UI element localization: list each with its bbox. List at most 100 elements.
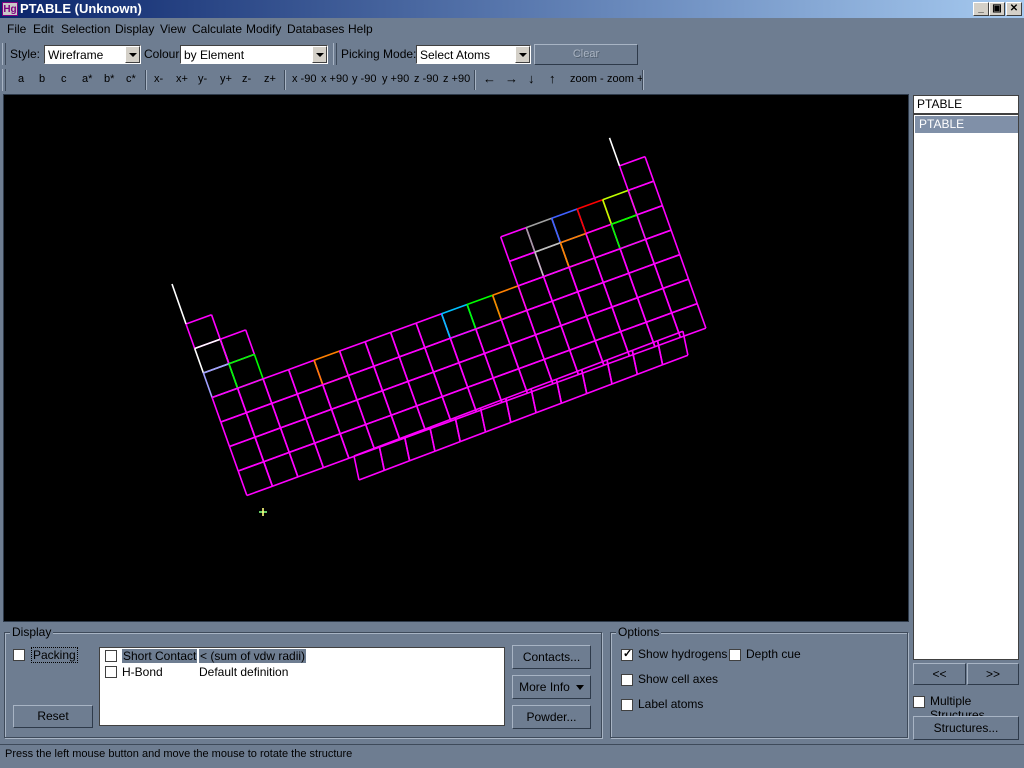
minimize-button[interactable]: _ <box>973 2 989 16</box>
wire-bond <box>577 281 604 293</box>
style-select[interactable]: Wireframe <box>44 45 141 64</box>
menu-calculate[interactable]: Calculate <box>192 22 242 36</box>
move-y-minus-button[interactable]: y- <box>198 73 207 85</box>
menu-view[interactable]: View <box>160 22 186 36</box>
structure-list-item[interactable]: PTABLE <box>915 116 1018 133</box>
chevron-down-icon[interactable] <box>515 46 530 63</box>
view-b-star-button[interactable]: b* <box>104 73 114 85</box>
view-a-button[interactable]: a <box>18 73 24 85</box>
menu-selection[interactable]: Selection <box>61 22 110 36</box>
wire-bond <box>509 343 520 369</box>
picking-mode-select[interactable]: Select Atoms <box>416 45 531 64</box>
depth-cue-checkbox[interactable] <box>729 649 741 661</box>
rotate-z-plus-button[interactable]: z +90 <box>443 73 470 85</box>
previous-structure-button[interactable]: << <box>913 663 966 685</box>
wire-bond <box>429 427 436 452</box>
rotate-x-plus-button[interactable]: x +90 <box>321 73 348 85</box>
show-cell-axes-label: Show cell axes <box>638 672 719 686</box>
show-cell-axes-checkbox[interactable] <box>621 674 633 686</box>
toolbar-grip[interactable] <box>333 43 337 65</box>
short-contact-label[interactable]: Short Contact <box>122 649 198 663</box>
move-z-minus-button[interactable]: z- <box>242 73 251 85</box>
wire-bond <box>254 436 265 462</box>
wire-bond <box>390 405 417 416</box>
rotate-y-minus-button[interactable]: y -90 <box>352 73 376 85</box>
colour-select[interactable]: by Element <box>180 45 328 64</box>
arrow-left-icon[interactable]: ← <box>483 71 496 86</box>
wire-bond <box>219 329 246 340</box>
structure-name-input[interactable]: PTABLE <box>913 95 1019 114</box>
wire-bond <box>505 398 512 423</box>
contact-list[interactable]: Short Contact < (sum of vdw radii) H-Bon… <box>99 647 505 726</box>
wire-bond <box>237 460 264 472</box>
wire-bond <box>576 198 603 210</box>
hbond-label[interactable]: H-Bond <box>122 665 163 679</box>
view-c-star-button[interactable]: c* <box>126 73 136 85</box>
arrow-down-icon[interactable]: ↓ <box>528 71 535 86</box>
structure-viewport[interactable] <box>3 94 909 622</box>
view-toolbar: a b c a* b* c* x- x+ y- y+ z- z+ x -90 x… <box>0 67 1024 93</box>
chevron-down-icon[interactable] <box>125 46 140 63</box>
view-a-star-button[interactable]: a* <box>82 73 92 85</box>
hbond-definition: Default definition <box>199 665 289 679</box>
maximize-button[interactable]: ▣ <box>989 2 1005 16</box>
toolbar-separator <box>642 70 644 90</box>
structures-button[interactable]: Structures... <box>913 716 1019 740</box>
arrow-right-icon[interactable]: → <box>505 71 518 86</box>
reset-button[interactable]: Reset <box>13 705 93 728</box>
wire-bond <box>399 429 426 441</box>
wire-bond <box>364 341 375 367</box>
wire-bond <box>662 288 673 314</box>
next-structure-button[interactable]: >> <box>967 663 1019 685</box>
label-atoms-checkbox[interactable] <box>621 699 633 711</box>
clear-measurements-button[interactable]: Clear Measurements <box>534 44 638 79</box>
view-b-button[interactable]: b <box>39 73 45 85</box>
view-c-button[interactable]: c <box>61 73 67 85</box>
menu-help[interactable]: Help <box>348 22 373 36</box>
arrow-up-icon[interactable]: ↑ <box>549 71 556 86</box>
wire-bond <box>637 364 663 376</box>
picking-mode-label: Picking Mode: <box>341 47 417 61</box>
periodic-table-wireframe[interactable] <box>4 95 909 622</box>
short-contact-checkbox[interactable] <box>105 650 117 662</box>
wire-bond <box>271 393 298 405</box>
move-y-plus-button[interactable]: y+ <box>220 73 232 85</box>
wire-bond <box>434 440 461 452</box>
menu-display[interactable]: Display <box>115 22 154 36</box>
packing-checkbox[interactable] <box>13 649 25 661</box>
menu-modify[interactable]: Modify <box>246 22 281 36</box>
multiple-structures-checkbox[interactable] <box>913 696 925 708</box>
wire-bond <box>449 338 460 364</box>
wire-bond <box>262 368 289 380</box>
wire-bond <box>467 377 494 389</box>
toolbar-grip[interactable] <box>2 69 6 91</box>
move-x-minus-button[interactable]: x- <box>154 73 163 85</box>
menu-file[interactable]: File <box>7 22 26 36</box>
more-info-button[interactable]: More Info <box>512 675 591 699</box>
close-button[interactable]: ✕ <box>1006 2 1022 16</box>
wire-bond <box>262 378 273 404</box>
powder-button[interactable]: Powder... <box>512 705 591 729</box>
rotate-y-plus-button[interactable]: y +90 <box>382 73 409 85</box>
hbond-checkbox[interactable] <box>105 666 117 678</box>
zoom-in-button[interactable]: zoom + <box>607 73 643 85</box>
chevron-down-icon[interactable] <box>312 46 327 63</box>
wire-bond <box>627 180 654 192</box>
zoom-out-button[interactable]: zoom - <box>570 73 604 85</box>
menu-edit[interactable]: Edit <box>33 22 54 36</box>
wire-bond <box>254 427 281 438</box>
toolbar-grip[interactable] <box>2 43 6 65</box>
move-z-plus-button[interactable]: z+ <box>264 73 276 85</box>
wire-bond <box>637 287 664 299</box>
wire-bond <box>530 388 537 413</box>
wire-bond <box>620 321 647 333</box>
wire-bond <box>185 323 196 349</box>
move-x-plus-button[interactable]: x+ <box>176 73 188 85</box>
structure-list[interactable]: PTABLE <box>913 114 1019 660</box>
packing-label: Packing <box>31 647 78 663</box>
show-hydrogens-checkbox[interactable] <box>621 647 633 661</box>
rotate-x-minus-button[interactable]: x -90 <box>292 73 316 85</box>
contacts-button[interactable]: Contacts... <box>512 645 591 669</box>
menu-databases[interactable]: Databases <box>287 22 344 36</box>
rotate-z-minus-button[interactable]: z -90 <box>414 73 438 85</box>
